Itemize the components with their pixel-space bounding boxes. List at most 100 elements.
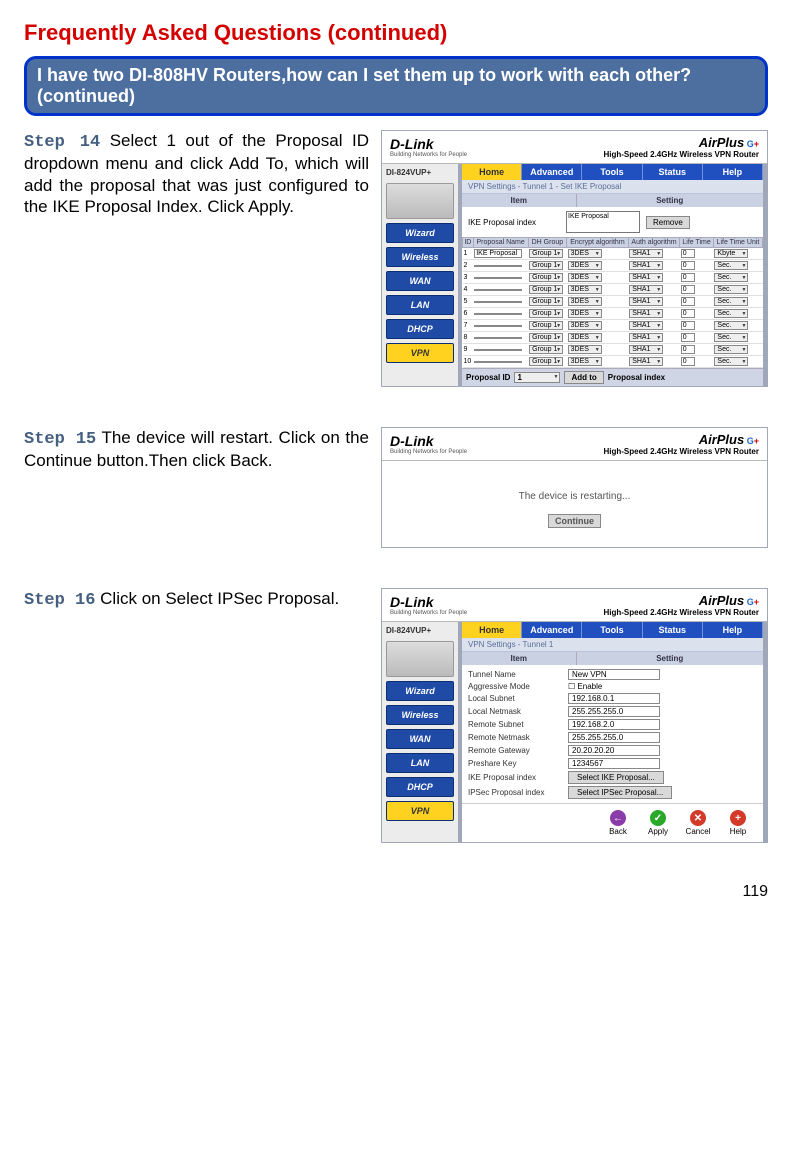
nav-dhcp[interactable]: DHCP bbox=[386, 319, 454, 339]
enc-select[interactable]: 3DES bbox=[568, 261, 602, 270]
select-ike-button[interactable]: Select IKE Proposal... bbox=[568, 771, 664, 784]
val-rgw[interactable]: 20.20.20.20 bbox=[568, 745, 660, 756]
unit-select[interactable]: Sec. bbox=[714, 285, 748, 294]
val-rmask[interactable]: 255.255.255.0 bbox=[568, 732, 660, 743]
unit-select[interactable]: Sec. bbox=[714, 261, 748, 270]
unit-select[interactable]: Sec. bbox=[714, 345, 748, 354]
proposal-id-select[interactable]: 1 bbox=[514, 372, 560, 383]
tab-home[interactable]: Home bbox=[462, 164, 522, 180]
nav-vpn[interactable]: VPN bbox=[386, 343, 454, 363]
dh-select[interactable]: Group 1 bbox=[529, 321, 563, 330]
enc-select[interactable]: 3DES bbox=[568, 249, 602, 258]
auth-select[interactable]: SHA1 bbox=[629, 321, 663, 330]
dh-select[interactable]: Group 1 bbox=[529, 309, 563, 318]
unit-select[interactable]: Sec. bbox=[714, 309, 748, 318]
auth-select[interactable]: SHA1 bbox=[629, 345, 663, 354]
dh-select[interactable]: Group 1 bbox=[529, 285, 563, 294]
auth-select[interactable]: SHA1 bbox=[629, 273, 663, 282]
auth-select[interactable]: SHA1 bbox=[629, 333, 663, 342]
nav-wizard[interactable]: Wizard bbox=[386, 681, 454, 701]
proposal-name-input[interactable] bbox=[474, 289, 522, 291]
dh-select[interactable]: Group 1 bbox=[529, 345, 563, 354]
chk-enable[interactable]: ☐ Enable bbox=[568, 682, 602, 691]
nav-wireless[interactable]: Wireless bbox=[386, 247, 454, 267]
proposal-name-input[interactable] bbox=[474, 349, 522, 351]
life-input[interactable]: 0 bbox=[681, 285, 695, 294]
nav-wireless[interactable]: Wireless bbox=[386, 705, 454, 725]
nav-wizard[interactable]: Wizard bbox=[386, 223, 454, 243]
nav-wan[interactable]: WAN bbox=[386, 729, 454, 749]
life-input[interactable]: 0 bbox=[681, 249, 695, 258]
proposal-name-input[interactable] bbox=[474, 361, 522, 363]
auth-select[interactable]: SHA1 bbox=[629, 261, 663, 270]
tab-advanced[interactable]: Advanced bbox=[522, 622, 582, 638]
proposal-name-input[interactable]: IKE Proposal bbox=[474, 249, 522, 258]
proposal-name-input[interactable] bbox=[474, 337, 522, 339]
val-rsub[interactable]: 192.168.2.0 bbox=[568, 719, 660, 730]
nav-wan[interactable]: WAN bbox=[386, 271, 454, 291]
unit-select[interactable]: Kbyte bbox=[714, 249, 748, 258]
back-button[interactable]: ←Back bbox=[603, 810, 633, 836]
help-button[interactable]: +Help bbox=[723, 810, 753, 836]
life-input[interactable]: 0 bbox=[681, 333, 695, 342]
auth-select[interactable]: SHA1 bbox=[629, 357, 663, 366]
val-tunnel[interactable]: New VPN bbox=[568, 669, 660, 680]
proposal-name-input[interactable] bbox=[474, 325, 522, 327]
nav-lan[interactable]: LAN bbox=[386, 295, 454, 315]
tab-home[interactable]: Home bbox=[462, 622, 522, 638]
unit-select[interactable]: Sec. bbox=[714, 321, 748, 330]
select-ipsec-button[interactable]: Select IPSec Proposal... bbox=[568, 786, 672, 799]
auth-select[interactable]: SHA1 bbox=[629, 285, 663, 294]
auth-select[interactable]: SHA1 bbox=[629, 309, 663, 318]
life-input[interactable]: 0 bbox=[681, 345, 695, 354]
dh-select[interactable]: Group 1 bbox=[529, 249, 563, 258]
enc-select[interactable]: 3DES bbox=[568, 333, 602, 342]
life-input[interactable]: 0 bbox=[681, 309, 695, 318]
enc-select[interactable]: 3DES bbox=[568, 285, 602, 294]
proposal-name-input[interactable] bbox=[474, 301, 522, 303]
val-lsub[interactable]: 192.168.0.1 bbox=[568, 693, 660, 704]
nav-lan[interactable]: LAN bbox=[386, 753, 454, 773]
add-to-button[interactable]: Add to bbox=[564, 371, 603, 384]
enc-select[interactable]: 3DES bbox=[568, 309, 602, 318]
dh-select[interactable]: Group 1 bbox=[529, 261, 563, 270]
auth-select[interactable]: SHA1 bbox=[629, 297, 663, 306]
dh-select[interactable]: Group 1 bbox=[529, 333, 563, 342]
dh-select[interactable]: Group 1 bbox=[529, 297, 563, 306]
proposal-name-input[interactable] bbox=[474, 265, 522, 267]
enc-select[interactable]: 3DES bbox=[568, 321, 602, 330]
nav-vpn[interactable]: VPN bbox=[386, 801, 454, 821]
remove-button[interactable]: Remove bbox=[646, 216, 690, 229]
tab-help[interactable]: Help bbox=[703, 164, 763, 180]
auth-select[interactable]: SHA1 bbox=[629, 249, 663, 258]
tab-advanced[interactable]: Advanced bbox=[522, 164, 582, 180]
cancel-button[interactable]: ✕Cancel bbox=[683, 810, 713, 836]
apply-button[interactable]: ✓Apply bbox=[643, 810, 673, 836]
dh-select[interactable]: Group 1 bbox=[529, 273, 563, 282]
tab-tools[interactable]: Tools bbox=[582, 164, 642, 180]
unit-select[interactable]: Sec. bbox=[714, 333, 748, 342]
dh-select[interactable]: Group 1 bbox=[529, 357, 563, 366]
continue-button[interactable]: Continue bbox=[548, 514, 601, 528]
unit-select[interactable]: Sec. bbox=[714, 273, 748, 282]
tab-tools[interactable]: Tools bbox=[582, 622, 642, 638]
unit-select[interactable]: Sec. bbox=[714, 357, 748, 366]
unit-select[interactable]: Sec. bbox=[714, 297, 748, 306]
enc-select[interactable]: 3DES bbox=[568, 297, 602, 306]
val-psk[interactable]: 1234567 bbox=[568, 758, 660, 769]
life-input[interactable]: 0 bbox=[681, 261, 695, 270]
tab-status[interactable]: Status bbox=[643, 622, 703, 638]
enc-select[interactable]: 3DES bbox=[568, 273, 602, 282]
enc-select[interactable]: 3DES bbox=[568, 357, 602, 366]
life-input[interactable]: 0 bbox=[681, 321, 695, 330]
proposal-name-input[interactable] bbox=[474, 277, 522, 279]
ike-index-box[interactable]: IKE Proposal bbox=[566, 211, 640, 233]
tab-status[interactable]: Status bbox=[643, 164, 703, 180]
life-input[interactable]: 0 bbox=[681, 273, 695, 282]
tab-help[interactable]: Help bbox=[703, 622, 763, 638]
enc-select[interactable]: 3DES bbox=[568, 345, 602, 354]
val-lmask[interactable]: 255.255.255.0 bbox=[568, 706, 660, 717]
life-input[interactable]: 0 bbox=[681, 357, 695, 366]
proposal-name-input[interactable] bbox=[474, 313, 522, 315]
nav-dhcp[interactable]: DHCP bbox=[386, 777, 454, 797]
